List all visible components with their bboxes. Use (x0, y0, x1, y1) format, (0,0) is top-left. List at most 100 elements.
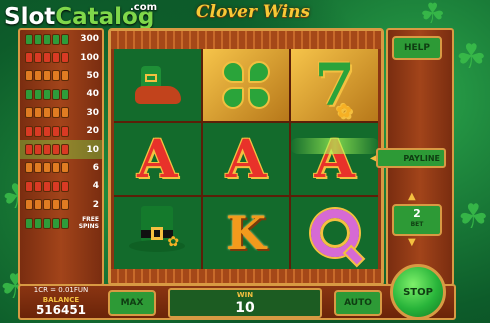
paytable-symbol-icon (25, 144, 33, 156)
paytable-symbol-icon (25, 52, 33, 64)
paytable-row: 40 (20, 85, 102, 103)
paytable-value: 100 (80, 52, 99, 63)
paytable-symbol-icon (61, 217, 69, 229)
paytable-symbol-icon (34, 199, 42, 211)
paytable-symbol-icon (43, 52, 51, 64)
paytable-symbol-icon (25, 107, 33, 119)
bet-selector[interactable]: 2 BET (392, 204, 442, 236)
reel-cell (291, 197, 378, 269)
boot-symbol-icon (129, 60, 185, 110)
paytable-row: 4 (20, 177, 102, 195)
paytable-value: 50 (86, 70, 99, 81)
paytable-symbols (25, 88, 69, 100)
reel-cell: A (114, 123, 201, 195)
paytable-symbol-icon (25, 199, 33, 211)
paytable-symbol-icon (43, 88, 51, 100)
reel-cell: K (202, 197, 290, 269)
paytable-symbols (25, 199, 69, 211)
paytable-value: 4 (92, 181, 99, 192)
paytable-symbol-icon (25, 180, 33, 192)
paytable-symbols (25, 33, 69, 45)
paytable-symbol-icon (25, 162, 33, 174)
reel-cell (114, 49, 201, 121)
paytable-row: 20 (20, 122, 102, 140)
paytable-row: 30 (20, 104, 102, 122)
paytable-symbols (25, 52, 69, 64)
bet-down-icon[interactable]: ▼ (408, 238, 416, 248)
balance-value: 516451 (35, 303, 87, 317)
paytable-symbol-icon (61, 125, 69, 137)
bet-up-icon[interactable]: ▲ (408, 192, 416, 202)
paytable-symbols (25, 70, 69, 82)
paytable-symbol-icon (61, 107, 69, 119)
paytable-row: FREE SPINS (20, 214, 102, 232)
paytable-symbol-icon (43, 107, 51, 119)
paytable-symbol-icon (52, 217, 60, 229)
paytable-symbol-icon (61, 52, 69, 64)
win-label: WIN (236, 291, 254, 299)
reel-cell: A (291, 123, 378, 195)
paytable-symbol-icon (52, 107, 60, 119)
reel-cell: 7 ✿ (291, 49, 378, 121)
paytable-symbol-icon (34, 217, 42, 229)
paytable-symbol-icon (43, 125, 51, 137)
paytable-symbol-icon (52, 125, 60, 137)
win-display: WIN 10 (168, 288, 322, 318)
paytable-row: 300 (20, 30, 102, 48)
paytable-value: 6 (92, 162, 99, 173)
paytable-symbol-icon (52, 162, 60, 174)
paytable-symbol-icon (25, 88, 33, 100)
hat-symbol-icon: ✿ (127, 204, 187, 262)
win-value: 10 (235, 300, 255, 316)
logo-text-slot: Slot (4, 4, 56, 30)
reel-cell: A (202, 123, 290, 195)
bet-label: BET (410, 221, 424, 228)
help-button[interactable]: HELP (392, 36, 442, 60)
paytable-symbol-icon (61, 144, 69, 156)
paytable-symbol-icon (25, 33, 33, 45)
paytable-symbol-icon (34, 162, 42, 174)
symbol-a-icon: A (225, 128, 267, 190)
reel-grid: 7 ✿ A A A ✿ K (114, 49, 378, 269)
paytable-value: 30 (86, 107, 99, 118)
paytable-symbol-icon (61, 88, 69, 100)
paytable-symbols (25, 107, 69, 119)
clover-decor-icon: ☘ (420, 0, 446, 30)
paytable-symbol-icon (43, 180, 51, 192)
clover-decor-icon: ☘ (458, 197, 489, 237)
max-bet-button[interactable]: MAX (108, 290, 156, 316)
paytable-symbol-icon (43, 33, 51, 45)
paytable-symbol-icon (34, 144, 42, 156)
paytable-row: 100 (20, 48, 102, 66)
stop-button[interactable]: STOP (390, 264, 446, 320)
payline-glow (290, 138, 380, 154)
paytable-symbol-icon (25, 70, 33, 82)
paytable-symbol-icon (52, 180, 60, 192)
paytable-symbol-icon (34, 52, 42, 64)
paytable-value: 2 (92, 199, 99, 210)
payline-button[interactable]: PAYLINE (376, 148, 446, 168)
paytable-symbol-icon (34, 125, 42, 137)
paytable-row: 6 (20, 159, 102, 177)
paytable-symbol-icon (43, 199, 51, 211)
reel-cell: ✿ (114, 197, 201, 269)
paytable-symbol-icon (52, 33, 60, 45)
paytable-symbol-icon (34, 107, 42, 119)
paytable-value: 40 (86, 89, 99, 100)
symbol-a-icon: A (137, 128, 178, 190)
paytable-symbol-icon (61, 70, 69, 82)
paytable-value: 10 (86, 144, 99, 155)
paytable-row: 50 (20, 67, 102, 85)
reel-frame-bottom (111, 269, 381, 283)
clover-symbol-icon (220, 59, 272, 111)
paytable-symbol-icon (61, 199, 69, 211)
autoplay-button[interactable]: AUTO (334, 290, 382, 316)
paytable-symbol-icon (52, 88, 60, 100)
bet-value: 2 (413, 207, 421, 220)
paytable-symbol-icon (52, 199, 60, 211)
paytable-symbol-icon (25, 217, 33, 229)
site-logo: SlotCatalog .com (4, 2, 157, 30)
paytable-symbol-icon (61, 162, 69, 174)
paytable-symbol-icon (34, 70, 42, 82)
paytable: 300 100 50 40 30 20 10 6 4 2 FREE SPINS (18, 28, 104, 286)
